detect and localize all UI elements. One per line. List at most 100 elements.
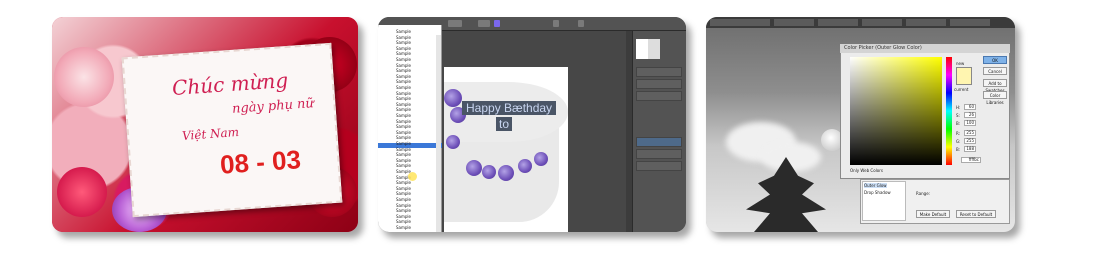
font-item[interactable]: Sample [396,219,411,224]
current-label: current [954,87,969,92]
make-default-button[interactable]: Make Default [916,210,950,218]
font-item[interactable]: Sample [396,102,411,107]
font-item[interactable]: Sample [396,91,411,96]
ok-button[interactable]: OK [983,56,1007,64]
font-item[interactable]: Sample [396,152,411,157]
purple-rose [482,165,496,179]
font-item[interactable]: Sample [396,29,411,34]
font-item[interactable]: Sample [396,85,411,90]
purple-rose [446,135,460,149]
font-item[interactable]: Sample [396,214,411,219]
style-item-drop-shadow[interactable]: Drop Shadow [864,190,891,195]
hue-slider[interactable] [946,57,952,165]
purple-rose [466,160,482,176]
font-item[interactable]: Sample [396,107,411,112]
font-item[interactable]: Sample [396,186,411,191]
canvas-text-line2[interactable]: to [496,117,513,131]
font-item[interactable]: Sample [396,197,411,202]
font-item[interactable]: Sample [396,141,411,146]
field-label: B: [956,121,961,126]
font-item[interactable]: Sample [396,225,411,230]
mouse-cursor [408,172,417,181]
hex-field[interactable]: ffffbc [961,157,981,163]
font-item[interactable]: Sample [396,124,411,129]
font-item[interactable]: Sample [396,51,411,56]
align-button[interactable] [478,20,490,27]
doc-tab[interactable] [818,19,858,26]
green-field[interactable]: 255 [964,138,976,144]
font-item[interactable]: Sample [396,119,411,124]
pink-rose [54,47,114,107]
doc-tab[interactable] [950,19,990,26]
font-item[interactable]: Sample [396,35,411,40]
add-to-swatches-button[interactable]: Add to Swatches [983,79,1007,93]
saturation-value-field[interactable]: 26 [964,112,976,118]
font-item[interactable]: Sample [396,180,411,185]
doc-tab[interactable] [862,19,902,26]
font-item[interactable]: Sample [396,135,411,140]
adjustment-row[interactable] [636,67,682,77]
font-list[interactable]: Sample Sample Sample Sample Sample Sample Samp… [378,25,442,232]
field-label: H: [956,105,961,110]
field-label: R: [956,131,961,136]
field-label: G: [956,139,961,144]
font-item[interactable]: Sample [396,79,411,84]
adjustment-row[interactable] [636,91,682,101]
hue-field[interactable]: 60 [964,104,976,110]
font-item[interactable]: Sample [396,130,411,135]
red-rose [57,167,107,217]
font-item[interactable]: Sample [396,203,411,208]
purple-rose [518,159,532,173]
font-item[interactable]: Sample [396,163,411,168]
font-item[interactable]: Sample [396,208,411,213]
font-item[interactable]: Sample [396,40,411,45]
font-item[interactable]: Sample [396,113,411,118]
thumbnail-photoshop-cake[interactable]: Sample Sample Sample Sample Sample Sample Samp… [378,17,686,232]
style-item-outer-glow[interactable]: Outer Glow [864,183,887,188]
doc-tab[interactable] [774,19,814,26]
color-libraries-button[interactable]: Color Libraries [983,91,1007,105]
doc-tab[interactable] [906,19,946,26]
thumbnail-strip: Chúc mừng ngày phụ nữ Việt Nam 08 - 03 S… [0,0,1093,257]
font-item[interactable]: Sample [396,68,411,73]
cancel-button[interactable]: Cancel [983,67,1007,75]
font-item[interactable]: Sample [396,158,411,163]
font-item[interactable]: Sample [396,74,411,79]
field-label: B: [956,147,961,152]
thumbnail-greeting-card[interactable]: Chúc mừng ngày phụ nữ Việt Nam 08 - 03 [52,17,358,232]
font-item[interactable]: Sample [396,46,411,51]
adjustment-row[interactable] [636,79,682,89]
warp-button[interactable] [553,20,559,27]
color-panel[interactable] [636,39,660,59]
dialog-title: Color Picker (Outer Glow Color) [840,44,1010,53]
red-field[interactable]: 255 [964,130,976,136]
blue-field[interactable]: 188 [964,146,976,152]
purple-rose [498,165,514,181]
date-text: 08 - 03 [219,144,302,180]
layer-row[interactable] [636,161,682,171]
reset-default-button[interactable]: Reset to Default [956,210,996,218]
saturation-field[interactable] [850,57,942,165]
doc-tab[interactable] [710,19,770,26]
purple-rose [444,89,462,107]
color-swatch[interactable] [494,20,500,27]
font-item[interactable]: Sample [396,63,411,68]
font-size-field[interactable] [448,20,462,27]
font-item[interactable]: Sample [396,147,411,152]
font-item[interactable]: Sample [396,191,411,196]
thumbnail-color-picker[interactable]: Color Picker (Outer Glow Color) new curr… [706,17,1015,232]
panel-toggle[interactable] [578,20,584,27]
layer-row-selected[interactable] [636,137,682,147]
brightness-field[interactable]: 100 [964,120,976,126]
only-web-colors-checkbox[interactable]: Only Web Colors [850,168,883,173]
right-panel [632,31,686,232]
font-list-scrollbar[interactable] [436,35,441,232]
font-item[interactable]: Sample [396,57,411,62]
document-tabs [706,17,1015,28]
font-item[interactable]: Sample [396,96,411,101]
new-label: new [956,61,965,66]
canvas-text-line1[interactable]: Happy Bæthday [462,101,557,115]
purple-rose [534,152,548,166]
layer-row[interactable] [636,149,682,159]
color-preview [956,67,972,85]
